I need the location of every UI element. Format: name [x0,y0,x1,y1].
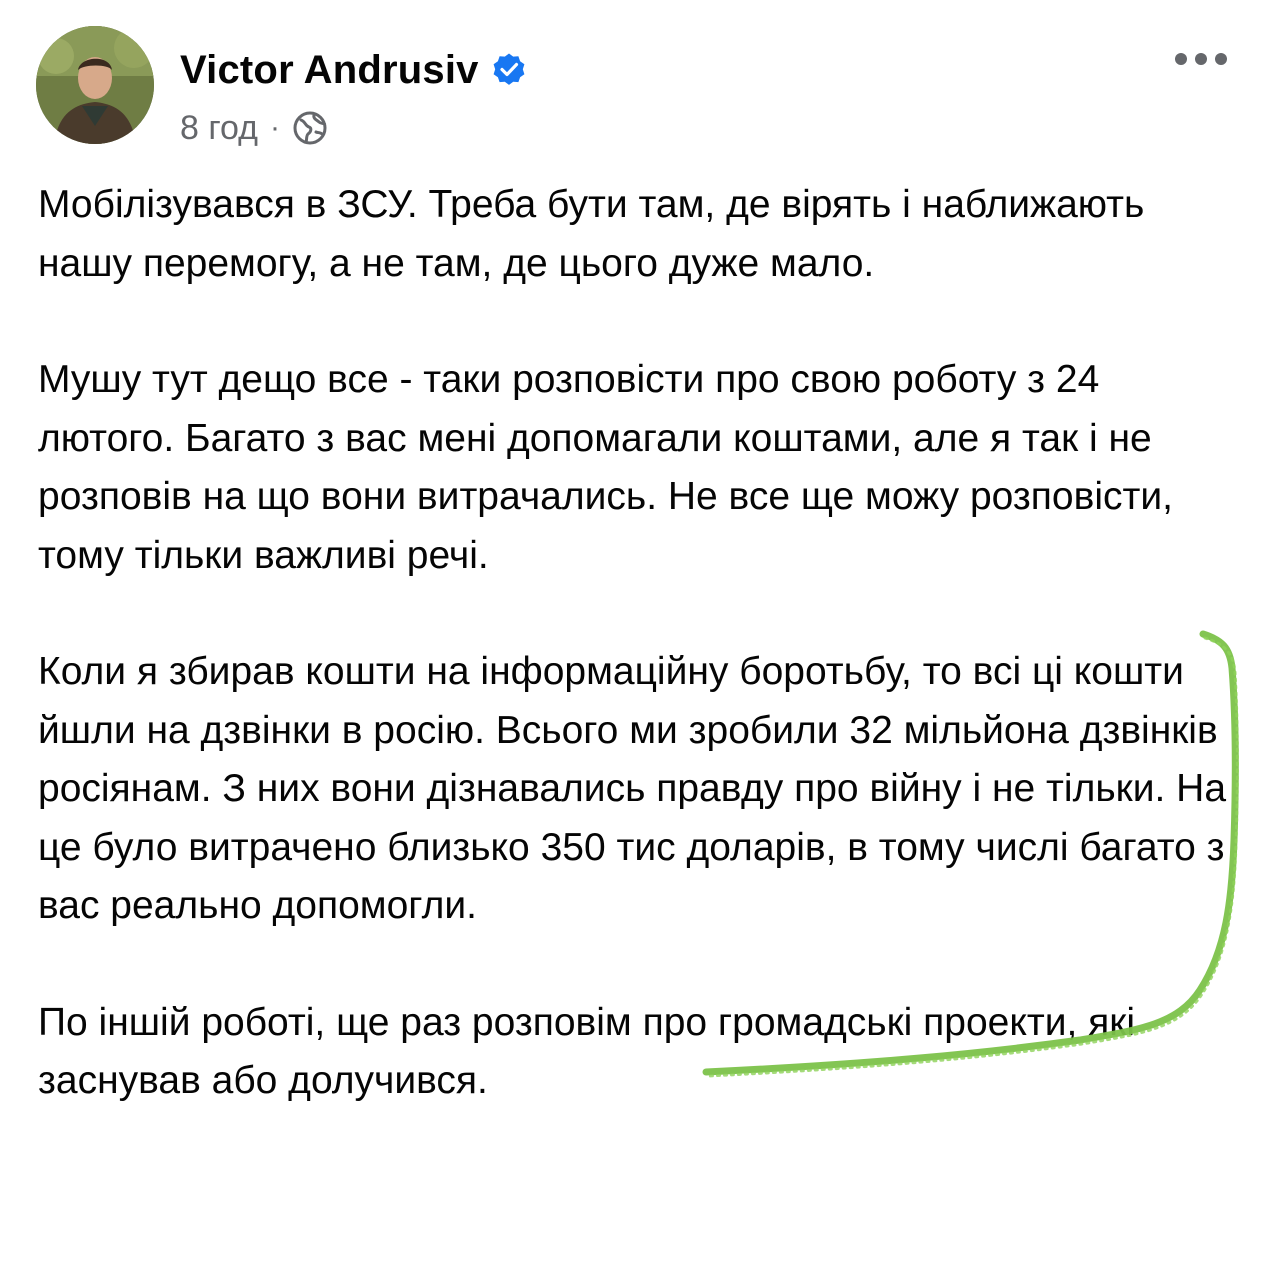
post-meta: 8 год · [180,104,328,152]
avatar-photo [36,26,154,144]
post-paragraph-3: Коли я збирав кошти на інформаційну боро… [38,650,1227,927]
post-paragraph-4: По іншій роботі, ще раз розповім про гро… [38,1000,1136,1103]
more-options-icon[interactable] [1171,44,1231,74]
verified-badge-icon [493,53,525,85]
post-text: Мобілізувався в ЗСУ. Треба бути там, де … [38,176,1228,1169]
author-avatar[interactable] [36,26,154,144]
post-paragraph-1: Мобілізувався в ЗСУ. Треба бути там, де … [38,183,1145,285]
globe-icon [293,111,327,145]
post-paragraph-2: Мушу тут дещо все - таки розповісти про … [38,358,1173,577]
post-header: Victor Andrusiv [180,40,527,100]
post-timestamp[interactable]: 8 год [180,109,258,148]
author-name[interactable]: Victor Andrusiv [180,48,479,93]
meta-separator: · [270,111,281,144]
